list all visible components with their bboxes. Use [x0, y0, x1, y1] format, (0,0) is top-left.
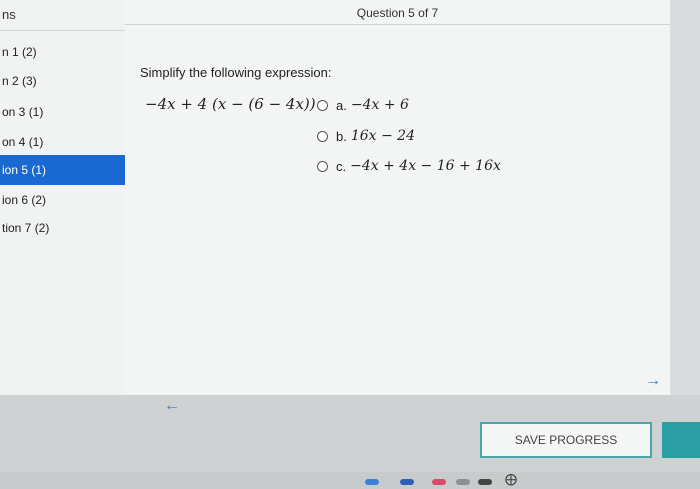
option-c-letter: c.	[336, 158, 347, 174]
option-a-text: −4x + 6	[350, 97, 409, 113]
option-b[interactable]: b. 16x − 24	[317, 128, 415, 144]
next-button[interactable]: →	[645, 372, 661, 390]
taskbar	[0, 472, 700, 489]
question-panel: Question 5 of 7 Simplify the following e…	[125, 0, 670, 413]
arrow-left-icon: ←	[164, 397, 180, 414]
sidebar-item-label: on 3 (1)	[2, 105, 44, 119]
option-b-letter: b.	[336, 128, 347, 144]
option-a[interactable]: a. −4x + 6	[317, 97, 409, 113]
sidebar-item-label: n 1 (2)	[2, 45, 37, 59]
sidebar-item-question-4[interactable]: on 4 (1)	[0, 127, 125, 157]
radio-b[interactable]	[317, 130, 328, 142]
submit-button[interactable]	[662, 422, 700, 458]
radio-c[interactable]	[317, 160, 328, 172]
option-b-text: 16x − 24	[350, 128, 415, 144]
sidebar-item-label: n 2 (3)	[2, 74, 37, 88]
taskbar-app-icon[interactable]	[432, 479, 446, 485]
sidebar-item-question-6[interactable]: ion 6 (2)	[0, 185, 125, 215]
taskbar-app-icon[interactable]	[400, 479, 414, 485]
question-expression: −4x + 4 (x − (6 − 4x))	[145, 95, 316, 113]
option-a-letter: a.	[336, 97, 347, 113]
question-counter: Question 5 of 7	[125, 0, 670, 25]
sidebar-item-question-1[interactable]: n 1 (2)	[0, 37, 125, 67]
option-c-text: −4x + 4x − 16 + 16x	[350, 158, 501, 174]
prev-arrow-button[interactable]: ←	[164, 397, 180, 415]
question-prompt: Simplify the following expression:	[140, 65, 332, 80]
sidebar-item-question-7[interactable]: tion 7 (2)	[0, 213, 125, 243]
radio-a[interactable]	[317, 99, 328, 111]
sidebar-item-label: ion 5 (1)	[2, 163, 47, 177]
sidebar-item-label: on 4 (1)	[2, 135, 44, 149]
sidebar-item-question-2[interactable]: n 2 (3)	[0, 66, 125, 96]
sidebar-item-question-5[interactable]: ion 5 (1)	[0, 155, 125, 185]
taskbar-app-icon[interactable]	[365, 479, 379, 485]
sidebar-item-question-3[interactable]: on 3 (1)	[0, 97, 125, 127]
sidebar-item-label: ion 6 (2)	[2, 193, 47, 207]
save-progress-button[interactable]: SAVE PROGRESS	[480, 422, 652, 458]
sidebar-header: ns	[0, 0, 125, 31]
grid-icon[interactable]: ⨁	[505, 472, 517, 486]
taskbar-app-icon[interactable]	[478, 479, 492, 485]
option-c[interactable]: c. −4x + 4x − 16 + 16x	[317, 158, 501, 174]
taskbar-app-icon[interactable]	[456, 479, 470, 485]
sidebar-item-label: tion 7 (2)	[2, 221, 50, 235]
arrow-right-icon: →	[645, 372, 661, 389]
